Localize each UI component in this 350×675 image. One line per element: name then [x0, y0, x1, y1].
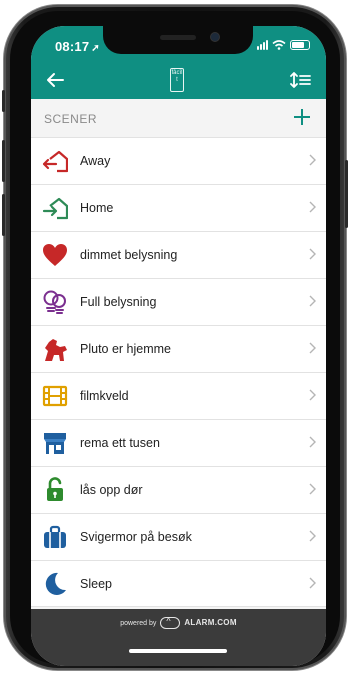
chevron-right-icon — [309, 577, 316, 589]
location-arrow-icon: ➚ — [91, 43, 100, 54]
scene-row-rema-ett-tusen[interactable]: rema ett tusen — [31, 419, 326, 466]
moon-icon — [45, 572, 66, 595]
logo-text: fâcîlt — [171, 70, 183, 83]
app-header: 08:17 ➚ fâcîlt — [31, 26, 326, 99]
silent-switch — [2, 90, 5, 112]
scene-row-dimmet-belysning[interactable]: dimmet belysning — [31, 231, 326, 278]
scene-label: rema ett tusen — [80, 436, 160, 450]
app-screen: 08:17 ➚ fâcîlt SCENER Away Home dimmet b… — [31, 26, 326, 666]
sort-icon[interactable] — [290, 71, 312, 89]
app-logo: fâcîlt — [170, 68, 184, 92]
scene-list: Away Home dimmet belysning Full belysnin… — [31, 137, 326, 607]
nav-bar: fâcîlt — [31, 68, 326, 96]
section-title: SCENER — [44, 112, 98, 126]
scene-label: dimmet belysning — [80, 248, 178, 262]
chevron-right-icon — [309, 154, 316, 166]
battery-icon — [290, 40, 310, 50]
arrow-left-icon[interactable] — [43, 68, 67, 92]
brand-text: ALARM.COM — [184, 617, 237, 627]
leave-home-icon — [42, 150, 68, 173]
app-footer: powered by ALARM.COM — [31, 609, 326, 666]
scene-label: Away — [80, 154, 111, 168]
scene-row-las-opp-dor[interactable]: lås opp dør — [31, 466, 326, 513]
scene-row-pluto-er-hjemme[interactable]: Pluto er hjemme — [31, 325, 326, 372]
film-icon — [42, 385, 68, 407]
powered-by-text: powered by — [120, 619, 157, 627]
chevron-right-icon — [309, 295, 316, 307]
chevron-right-icon — [309, 342, 316, 354]
home-indicator[interactable] — [129, 649, 227, 653]
volume-down-button — [2, 194, 5, 236]
scene-label: Pluto er hjemme — [80, 342, 172, 356]
suitcase-icon — [44, 525, 66, 548]
chevron-right-icon — [309, 248, 316, 260]
chevron-right-icon — [309, 483, 316, 495]
status-bar: 08:17 ➚ — [31, 38, 326, 54]
time-text: 08:17 — [55, 39, 90, 54]
status-indicators — [257, 40, 310, 50]
chevron-right-icon — [309, 530, 316, 542]
scene-label: filmkveld — [80, 389, 129, 403]
chevron-right-icon — [309, 389, 316, 401]
scene-label: Svigermor på besøk — [80, 530, 192, 544]
scenes-section-header: SCENER — [31, 99, 326, 137]
plus-icon[interactable] — [292, 107, 312, 127]
light-bulbs-icon — [43, 290, 66, 314]
scene-row-sleep[interactable]: Sleep — [31, 560, 326, 607]
scene-row-away[interactable]: Away — [31, 137, 326, 184]
heart-icon — [43, 244, 67, 266]
unlock-icon — [47, 477, 63, 501]
dog-icon — [45, 339, 67, 361]
volume-up-button — [2, 140, 5, 182]
scene-label: Full belysning — [80, 295, 157, 309]
scene-row-svigermor-pa-besok[interactable]: Svigermor på besøk — [31, 513, 326, 560]
scene-label: Home — [80, 201, 114, 215]
chevron-right-icon — [309, 201, 316, 213]
scene-row-home[interactable]: Home — [31, 184, 326, 231]
power-button — [345, 160, 348, 228]
alarm-logo-icon — [160, 616, 181, 629]
scene-row-filmkveld[interactable]: filmkveld — [31, 372, 326, 419]
wifi-icon — [272, 40, 286, 50]
signal-icon — [257, 40, 268, 50]
scene-label: lås opp dør — [80, 483, 143, 497]
status-time: 08:17 ➚ — [55, 39, 100, 54]
store-icon — [44, 433, 66, 454]
chevron-right-icon — [309, 436, 316, 448]
scene-label: Sleep — [80, 577, 112, 591]
scene-row-full-belysning[interactable]: Full belysning — [31, 278, 326, 325]
powered-by: powered by ALARM.COM — [31, 616, 326, 629]
enter-home-icon — [42, 197, 68, 220]
